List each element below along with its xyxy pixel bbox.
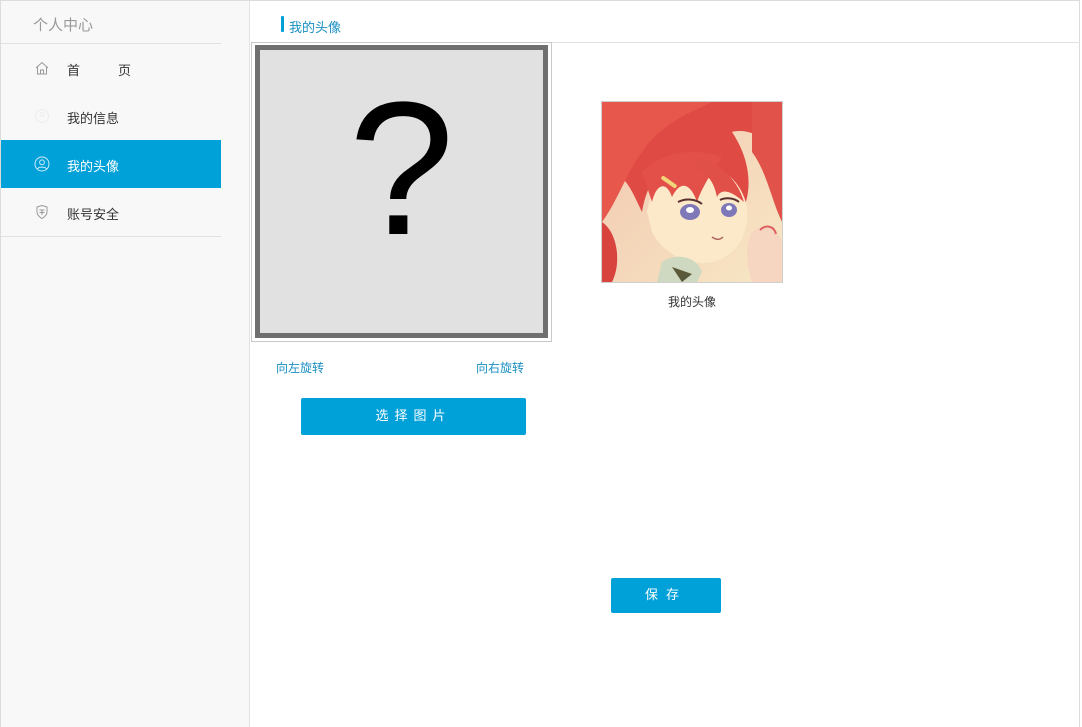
question-mark-icon: ? (348, 63, 455, 275)
rotate-left-link[interactable]: 向左旋转 (276, 359, 324, 376)
avatar-preview-caption: 我的头像 (667, 295, 716, 309)
save-button[interactable]: 保存 (611, 578, 721, 613)
sidebar-divider (1, 236, 221, 237)
shield-icon (36, 204, 48, 220)
user-icon (35, 109, 49, 123)
crop-image-placeholder[interactable]: ? (255, 45, 548, 338)
sidebar-item-label: 我的信息 (67, 112, 120, 127)
page-title: 我的头像 (289, 21, 342, 36)
sidebar-item-my-avatar[interactable]: 我的头像 (1, 140, 221, 188)
sidebar-menu: 首页 我的信息 我的头像 账号安全 (1, 44, 221, 236)
avatar-preview-image (602, 102, 782, 282)
crop-area[interactable]: ? (251, 42, 552, 342)
avatar-icon (34, 156, 50, 172)
sidebar-item-label: 首页 (67, 64, 132, 79)
sidebar-item-label: 我的头像 (67, 160, 120, 175)
avatar-preview (601, 101, 783, 283)
header-accent-bar (281, 16, 284, 32)
sidebar-title: 个人中心 (33, 16, 94, 34)
sidebar-item-account-security[interactable]: 账号安全 (1, 188, 221, 236)
sidebar-item-label: 账号安全 (67, 208, 120, 223)
sidebar-item-home[interactable]: 首页 (1, 44, 221, 92)
select-image-button[interactable]: 选择图片 (301, 398, 526, 435)
content-header: 我的头像 (251, 1, 1080, 43)
home-icon (35, 61, 49, 75)
sidebar: 个人中心 首页 我的信息 我的头像 账号安全 (1, 1, 250, 727)
sidebar-item-my-info[interactable]: 我的信息 (1, 92, 221, 140)
rotate-right-link[interactable]: 向右旋转 (476, 359, 524, 376)
